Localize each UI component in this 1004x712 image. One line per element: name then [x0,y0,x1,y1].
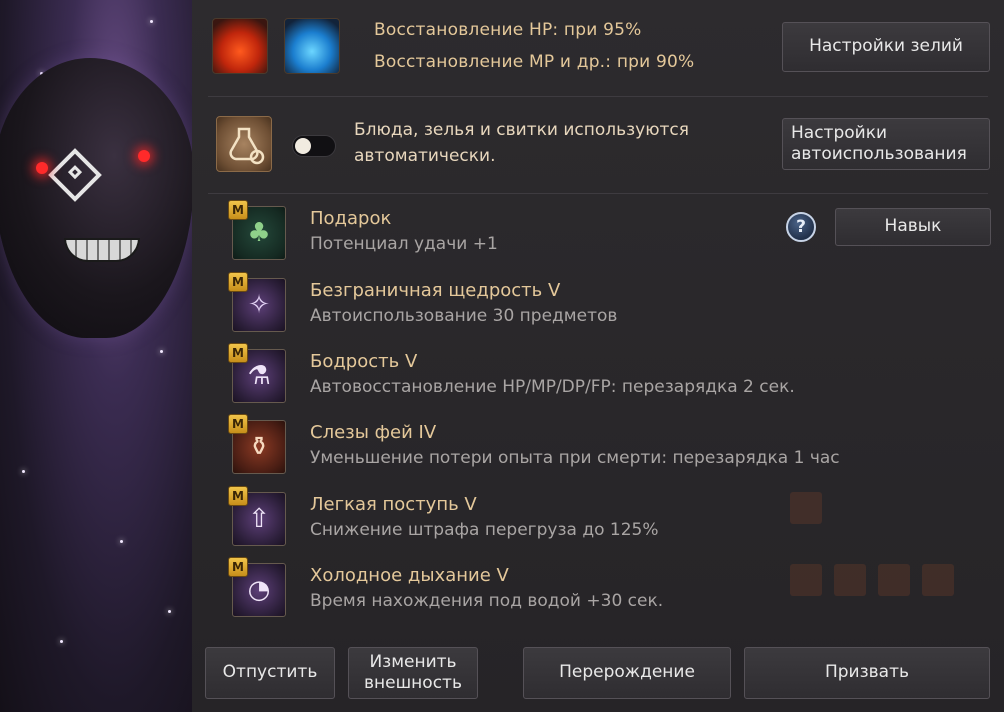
auto-use-toggle[interactable] [292,135,336,157]
rebirth-button[interactable]: Перерождение [523,647,731,699]
skill-name: Бодрость V [310,351,418,372]
mastery-badge: M [228,200,248,220]
faded-buff-icon [790,492,822,524]
mastery-badge: M [228,486,248,506]
skill-name: Холодное дыхание V [310,565,509,586]
faded-buff-icon [790,564,822,596]
auto-use-description: Блюда, зелья и свитки используются автом… [354,120,690,166]
flask-gear-icon [229,127,265,165]
skill-row[interactable]: ⇧ M Легкая поступь V Снижение штрафа пер… [228,486,848,550]
mastery-badge: M [228,557,248,577]
hp-restore-label: Восстановление HP: при 95% [374,20,642,40]
skill-row[interactable]: ⚱ M Слезы фей IV Уменьшение потери опыта… [228,414,848,478]
skill-name: Безграничная щедрость V [310,280,561,301]
faded-buff-icon [834,564,866,596]
pet-portrait [0,0,192,712]
mastery-badge: M [228,272,248,292]
pet-eye [36,162,48,174]
divider [208,96,988,97]
skill-description: Потенциал удачи +1 [310,234,498,254]
pet-eye [138,150,150,162]
toggle-knob [295,138,311,154]
skill-row[interactable]: ⚗ M Бодрость V Автовосстановление HP/MP/… [228,343,848,407]
pet-panel: Восстановление HP: при 95% Восстановлени… [192,0,1004,712]
potion-settings-button[interactable]: Настройки зелий [782,22,990,72]
skill-description: Автоиспользование 30 предметов [310,306,618,326]
mp-potion-icon [284,18,340,74]
mp-restore-label: Восстановление MP и др.: при 90% [374,52,695,72]
skill-description: Уменьшение потери опыта при смерти: пере… [310,448,840,468]
star-sparkle [160,350,163,353]
pet-body [0,58,192,338]
faded-buff-icon [922,564,954,596]
skill-name: Слезы фей IV [310,422,437,443]
skill-description: Время нахождения под водой +30 сек. [310,591,664,611]
pet-mouth [64,238,140,262]
skill-row[interactable]: ✧ M Безграничная щедрость V Автоиспользо… [228,272,848,336]
faded-buff-icon [878,564,910,596]
star-sparkle [120,540,123,543]
skill-description: Снижение штрафа перегруза до 125% [310,520,659,540]
skill-name: Подарок [310,208,392,229]
star-sparkle [168,610,171,613]
pet-emblem-icon [48,148,102,202]
divider [208,193,988,194]
star-sparkle [60,640,63,643]
summon-button[interactable]: Призвать [744,647,990,699]
release-button[interactable]: Отпустить [205,647,335,699]
star-sparkle [150,20,153,23]
skill-button[interactable]: Навык [835,208,991,246]
auto-use-settings-button[interactable]: Настройки автоиспользования [782,118,990,170]
hp-potion-icon [212,18,268,74]
skill-description: Автовосстановление HP/MP/DP/FP: перезаря… [310,377,795,397]
skill-row[interactable]: ◔ M Холодное дыхание V Время нахождения … [228,557,848,621]
mastery-badge: M [228,414,248,434]
mastery-badge: M [228,343,248,363]
star-sparkle [22,470,25,473]
auto-use-icon [216,116,272,172]
change-appearance-button[interactable]: Изменить внешность [348,647,478,699]
skill-row[interactable]: ♣ M Подарок Потенциал удачи +1 [228,200,848,264]
skill-name: Легкая поступь V [310,494,477,515]
